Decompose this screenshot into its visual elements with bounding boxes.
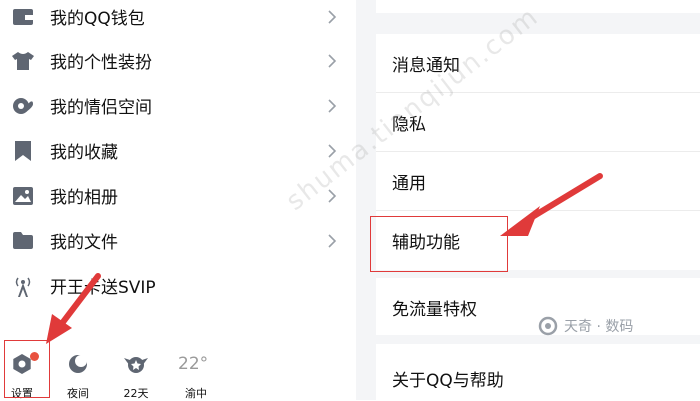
chevron-right-icon (328, 98, 337, 113)
settings-highlight-box (4, 340, 50, 398)
shirt-icon (12, 50, 34, 72)
photo-icon (12, 185, 34, 207)
settings-item-general[interactable]: 通用 (376, 152, 700, 210)
chevron-right-icon (328, 9, 337, 24)
brand-circle-icon (538, 316, 558, 336)
menu-item-label: 我的个性装扮 (50, 53, 152, 73)
night-mode-label: 夜间 (67, 387, 89, 400)
menu-item-album[interactable]: 我的相册 (0, 173, 356, 218)
menu-item-theme[interactable]: 我的个性装扮 (0, 38, 356, 83)
chevron-right-icon (328, 143, 337, 158)
menu-item-favorites[interactable]: 我的收藏 (0, 128, 356, 173)
couple-hearts-icon (12, 95, 34, 117)
menu-item-king-card-svip[interactable]: 开王卡送SVIP (0, 263, 356, 308)
settings-item-label: 关于QQ与帮助 (392, 371, 504, 391)
medal-icon (124, 354, 148, 380)
brand-logo: 天奇 · 数码 (538, 316, 633, 336)
side-menu-panel: 我的QQ钱包 我的个性装扮 我的情侣空间 我的收藏 我的相册 我的文件 开王卡送… (0, 0, 357, 400)
settings-item-label: 通用 (392, 173, 426, 194)
weather-location-label: 渝中 (185, 387, 207, 400)
notification-badge (30, 352, 39, 361)
chevron-right-icon (328, 188, 337, 203)
settings-item-label: 隐私 (392, 114, 426, 135)
menu-item-label: 我的相册 (50, 188, 118, 208)
menu-item-wallet[interactable]: 我的QQ钱包 (0, 0, 356, 39)
wallet-icon (12, 6, 34, 28)
check-in-streak-button[interactable]: 22天 (108, 328, 164, 400)
streak-label: 22天 (123, 387, 149, 400)
menu-item-label: 我的收藏 (50, 143, 118, 163)
menu-item-label: 开王卡送SVIP (50, 278, 156, 298)
temperature-text: 22° (178, 354, 209, 374)
chevron-right-icon (328, 53, 337, 68)
menu-item-files[interactable]: 我的文件 (0, 218, 356, 263)
settings-item-label: 消息通知 (392, 55, 460, 76)
menu-item-label: 我的情侣空间 (50, 98, 152, 118)
accessibility-highlight-box (370, 216, 508, 272)
settings-card-top (376, 0, 700, 13)
menu-item-label: 我的QQ钱包 (50, 9, 145, 29)
signal-tower-icon (12, 275, 34, 297)
chevron-right-icon (328, 233, 337, 248)
brand-text: 天奇 · 数码 (564, 319, 634, 335)
bookmark-icon (12, 140, 34, 162)
settings-item-notifications[interactable]: 消息通知 (376, 34, 700, 92)
moon-icon (68, 354, 88, 378)
settings-item-label: 免流量特权 (392, 299, 477, 320)
settings-item-about-help[interactable]: 关于QQ与帮助 (376, 344, 700, 400)
menu-item-couple-space[interactable]: 我的情侣空间 (0, 83, 356, 128)
menu-item-label: 我的文件 (50, 233, 118, 253)
night-mode-button[interactable]: 夜间 (50, 328, 106, 400)
folder-icon (12, 230, 34, 252)
settings-item-privacy[interactable]: 隐私 (376, 93, 700, 151)
